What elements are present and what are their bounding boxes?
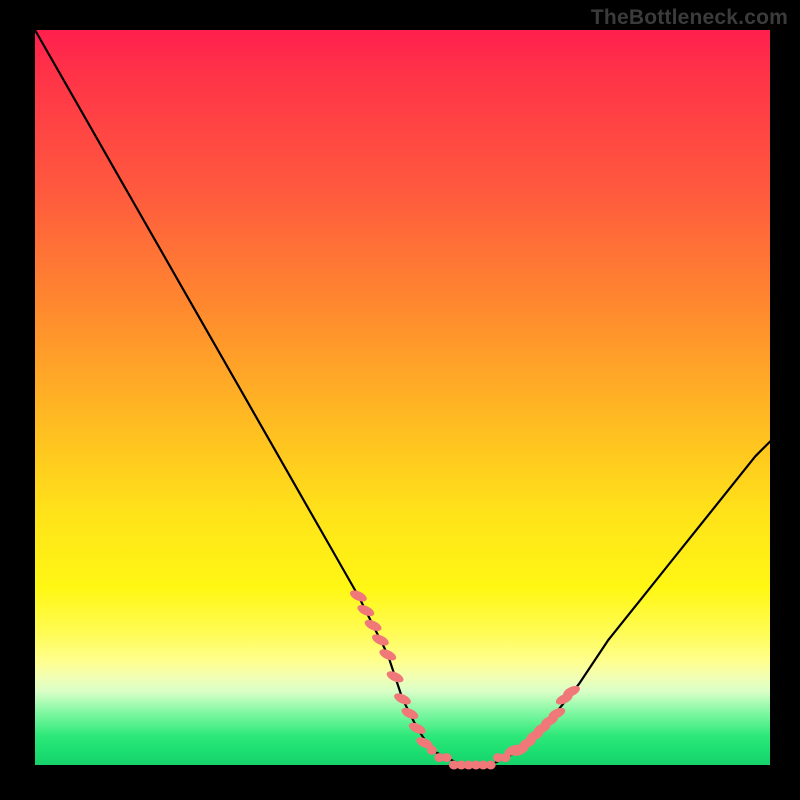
bottleneck-curve xyxy=(35,30,770,765)
markers-left-arm xyxy=(348,588,434,751)
curve-marker xyxy=(442,753,452,762)
curve-marker xyxy=(392,691,412,707)
markers-bottom xyxy=(427,746,511,770)
curve-marker xyxy=(356,603,376,619)
curve-marker xyxy=(348,588,368,604)
curve-marker xyxy=(385,669,405,685)
curve-marker xyxy=(486,761,496,770)
chart-frame: TheBottleneck.com xyxy=(0,0,800,800)
curve-svg xyxy=(35,30,770,765)
markers-right-arm xyxy=(503,684,582,759)
curve-marker xyxy=(407,720,427,736)
curve-marker xyxy=(370,632,390,648)
curve-marker xyxy=(378,647,398,663)
curve-marker xyxy=(363,618,383,634)
watermark-text: TheBottleneck.com xyxy=(591,6,788,30)
plot-area xyxy=(35,30,770,765)
curve-marker xyxy=(400,706,420,722)
curve-marker xyxy=(427,746,437,755)
